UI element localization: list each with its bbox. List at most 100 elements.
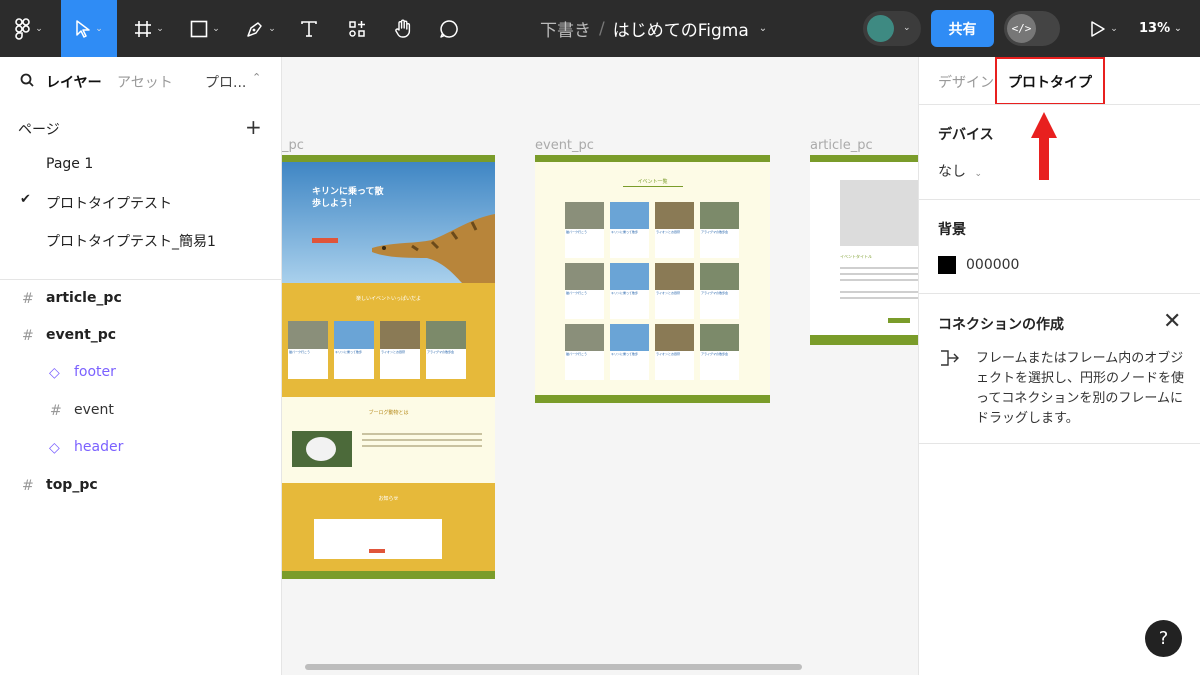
event-card-image bbox=[655, 202, 694, 229]
layer-top-pc[interactable]: # top_pc bbox=[0, 471, 282, 501]
event-card-image bbox=[565, 202, 604, 229]
shape-tool-icon bbox=[190, 20, 208, 37]
site-footer bbox=[282, 571, 495, 579]
card-title: 猫パーク行こう bbox=[566, 352, 588, 356]
breadcrumb-separator: / bbox=[599, 18, 605, 39]
about-section: ブーログ動物とは bbox=[282, 397, 495, 483]
close-icon[interactable]: ✕ bbox=[1163, 311, 1181, 333]
frame-icon: # bbox=[22, 291, 34, 307]
card-title: アライグマの散歩会 bbox=[701, 230, 728, 234]
hero-text: キリンに乗って散歩しよう！ bbox=[312, 187, 384, 209]
text-tool-icon bbox=[301, 20, 317, 37]
tab-design[interactable]: デザイン bbox=[938, 72, 994, 92]
text-tool-button[interactable] bbox=[294, 0, 324, 57]
background-hex-input[interactable]: 000000 bbox=[966, 257, 1019, 273]
site-footer bbox=[810, 335, 918, 345]
add-page-button[interactable]: + bbox=[245, 115, 262, 139]
page-item[interactable]: Page 1 bbox=[0, 150, 282, 180]
page-item-current[interactable]: ✔ プロトタイプテスト bbox=[0, 187, 282, 217]
divider bbox=[919, 293, 1200, 294]
shape-tool-button[interactable]: ⌄ bbox=[182, 0, 228, 57]
event-card-image bbox=[655, 263, 694, 290]
search-icon[interactable] bbox=[20, 73, 34, 87]
hand-tool-button[interactable] bbox=[388, 0, 418, 57]
event-card: 猫パーク行こう bbox=[565, 324, 604, 380]
page-item[interactable]: プロトタイプテスト_簡易1 bbox=[0, 225, 282, 255]
tab-assets[interactable]: アセット bbox=[117, 72, 173, 92]
card-title: ライオンとお昼寝 bbox=[656, 352, 681, 356]
event-card-image bbox=[610, 324, 649, 351]
page-dropdown[interactable]: プロ... bbox=[205, 72, 246, 92]
chevron-down-icon: ⌄ bbox=[156, 23, 164, 34]
horizontal-scrollbar[interactable] bbox=[305, 664, 802, 670]
site-footer bbox=[535, 395, 770, 403]
zoom-level: 13% bbox=[1139, 21, 1171, 36]
layer-footer[interactable]: ◇ footer bbox=[0, 358, 282, 388]
news-box bbox=[314, 519, 442, 559]
hand-tool-icon bbox=[395, 19, 411, 38]
share-button[interactable]: 共有 bbox=[931, 10, 994, 47]
event-card: 猫パーク行こう bbox=[288, 321, 328, 379]
pen-tool-button[interactable]: ⌄ bbox=[238, 0, 284, 57]
event-card-image bbox=[700, 324, 739, 351]
layer-label: event bbox=[74, 402, 114, 418]
canvas[interactable]: _pc event_pc article_pc キリンに乗って散歩しよう！ 楽し… bbox=[282, 57, 918, 675]
layer-event-pc[interactable]: # event_pc bbox=[0, 321, 282, 351]
frame-top-pc[interactable]: キリンに乗って散歩しよう！ 楽しいイベントいっぱいだよ 猫パーク行こう キリンに… bbox=[282, 155, 495, 579]
card-title: 猫パーク行こう bbox=[566, 291, 588, 295]
comment-tool-button[interactable] bbox=[434, 0, 464, 57]
help-button[interactable]: ? bbox=[1145, 620, 1182, 657]
card-title: ライオンとお昼寝 bbox=[656, 291, 681, 295]
resources-button[interactable] bbox=[342, 0, 372, 57]
frame-tool-icon bbox=[135, 20, 152, 37]
event-card-image bbox=[700, 263, 739, 290]
file-title[interactable]: 下書き / はじめてのFigma ⌄ bbox=[540, 0, 767, 57]
move-tool-button[interactable]: ⌄ bbox=[61, 0, 117, 57]
annotation-arrow-icon bbox=[1031, 112, 1057, 180]
frame-label-event-pc[interactable]: event_pc bbox=[535, 138, 594, 153]
card-title: キリンに乗って散歩 bbox=[335, 350, 362, 354]
chevron-down-icon: ⌄ bbox=[268, 23, 276, 34]
component-instance-icon: ◇ bbox=[49, 365, 60, 381]
layer-label: footer bbox=[74, 364, 116, 380]
event-card: ライオンとお昼寝 bbox=[655, 263, 694, 319]
frame-article-pc[interactable]: イベントタイトル bbox=[810, 155, 918, 345]
layer-event[interactable]: # event bbox=[0, 396, 282, 426]
background-color-swatch[interactable] bbox=[938, 256, 956, 274]
frame-label-top-pc[interactable]: _pc bbox=[282, 138, 304, 153]
tab-layers[interactable]: レイヤー bbox=[46, 72, 102, 92]
background-heading: 背景 bbox=[938, 222, 966, 238]
chevron-up-icon[interactable]: ⌃ bbox=[252, 71, 261, 84]
events-section: 楽しいイベントいっぱいだよ 猫パーク行こう キリンに乗って散歩 ライオンとお昼寝… bbox=[282, 283, 495, 397]
layer-label: event_pc bbox=[46, 327, 117, 343]
multiplayer-avatar-button[interactable]: ⌄ bbox=[863, 11, 921, 46]
connection-heading: コネクションの作成 bbox=[938, 317, 1064, 333]
figma-menu-button[interactable]: ⌄ bbox=[8, 0, 50, 57]
card-title: ライオンとお昼寝 bbox=[656, 230, 681, 234]
present-button[interactable]: ⌄ bbox=[1083, 0, 1125, 57]
resources-icon bbox=[349, 20, 365, 37]
device-dropdown[interactable]: なし ⌄ bbox=[938, 161, 982, 181]
layer-header[interactable]: ◇ header bbox=[0, 433, 282, 463]
chevron-down-icon[interactable]: ⌄ bbox=[759, 23, 767, 34]
file-location[interactable]: 下書き bbox=[540, 16, 591, 41]
file-name[interactable]: はじめてのFigma bbox=[613, 16, 749, 41]
dev-mode-toggle[interactable]: </> bbox=[1004, 11, 1060, 46]
event-card: ライオンとお昼寝 bbox=[655, 202, 694, 258]
device-heading: デバイス bbox=[938, 127, 994, 143]
zoom-menu[interactable]: 13% ⌄ bbox=[1139, 0, 1182, 57]
pages-header: ページ bbox=[18, 122, 60, 138]
frame-label-article-pc[interactable]: article_pc bbox=[810, 138, 873, 153]
checkmark-icon: ✔ bbox=[20, 192, 31, 207]
chevron-down-icon: ⌄ bbox=[35, 23, 43, 34]
annotation-highlight-box bbox=[995, 57, 1105, 105]
event-card-image bbox=[565, 263, 604, 290]
event-card: アライグマの散歩会 bbox=[700, 324, 739, 380]
frame-tool-button[interactable]: ⌄ bbox=[126, 0, 172, 57]
chevron-down-icon: ⌄ bbox=[1174, 23, 1182, 34]
layer-label: header bbox=[74, 439, 124, 455]
frame-event-pc[interactable]: イベント一覧 猫パーク行こう キリンに乗って散歩 ライオンとお昼寝 アライグマの散歩会… bbox=[535, 155, 770, 403]
layer-article-pc[interactable]: # article_pc bbox=[0, 284, 282, 314]
event-card-image bbox=[700, 202, 739, 229]
event-card-image bbox=[610, 202, 649, 229]
